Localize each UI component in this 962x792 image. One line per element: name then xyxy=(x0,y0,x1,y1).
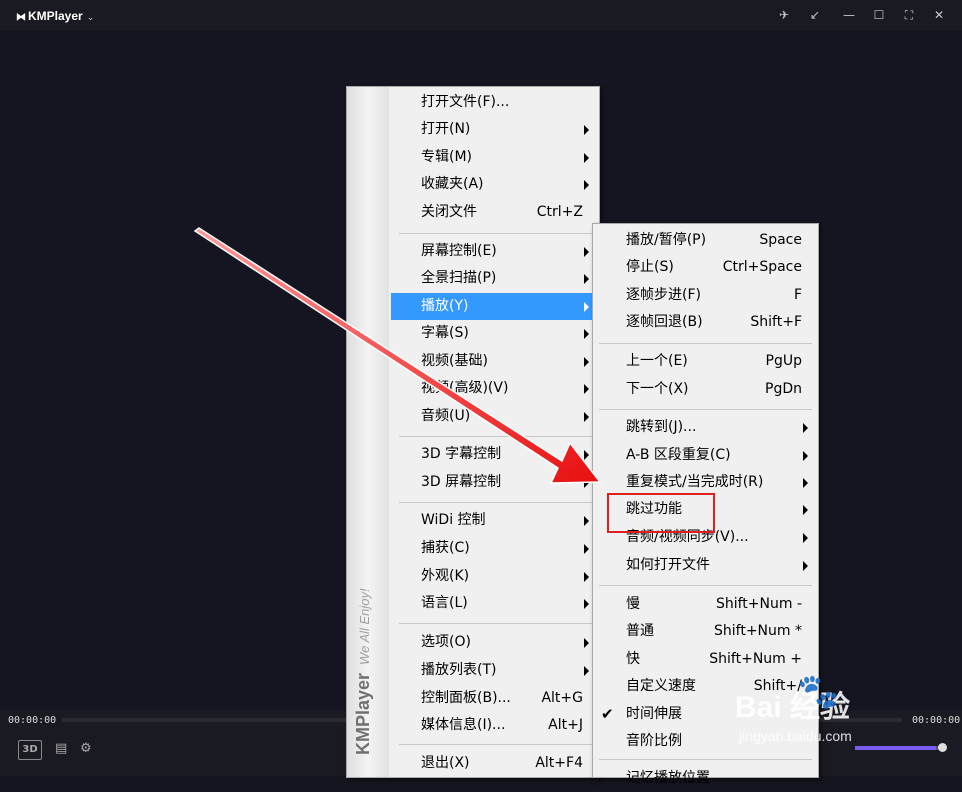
baidu-watermark: Bai 经验 🐾 jingyan.baidu.com xyxy=(735,672,935,762)
baidu-paw-icon: 🐾 xyxy=(797,672,840,712)
watermark-url: jingyan.baidu.com xyxy=(739,728,852,744)
red-arrow-annotation xyxy=(193,227,602,484)
